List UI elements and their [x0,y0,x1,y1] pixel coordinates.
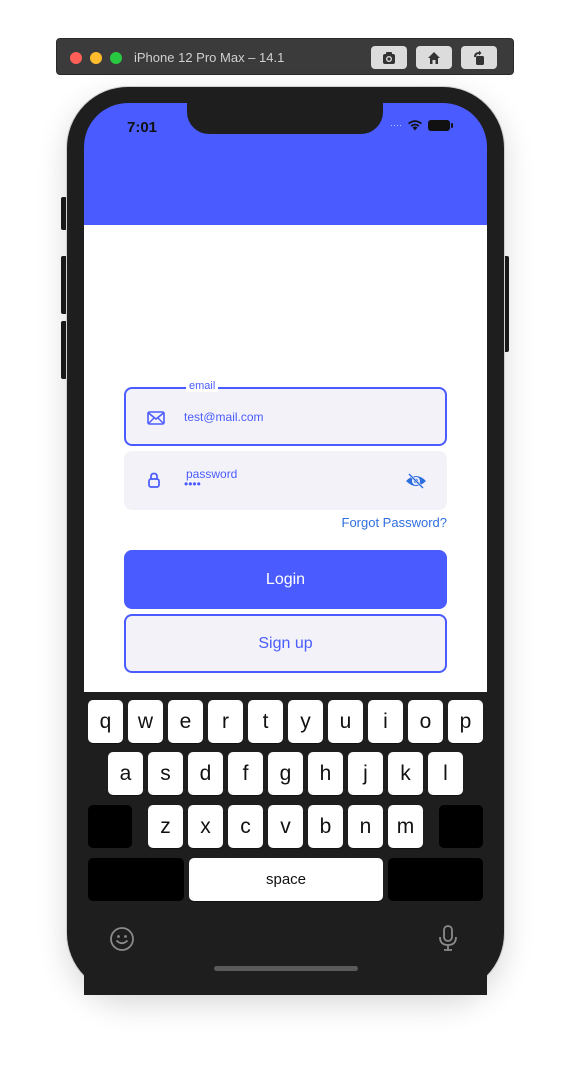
home-icon [428,51,440,64]
microphone-icon[interactable] [435,924,461,952]
password-field[interactable]: password •••• [124,451,447,510]
signal-icon: ···· [390,120,402,130]
key-v[interactable]: v [268,805,303,848]
key-s[interactable]: s [148,752,183,795]
key-u[interactable]: u [328,700,363,743]
key-r[interactable]: r [208,700,243,743]
key-d[interactable]: d [188,752,223,795]
rotate-icon [474,50,484,65]
notch [187,103,383,134]
key-l[interactable]: l [428,752,463,795]
key-g[interactable]: g [268,752,303,795]
key-o[interactable]: o [408,700,443,743]
simulator-title-bar: iPhone 12 Pro Max – 14.1 [56,38,514,75]
key-t[interactable]: t [248,700,283,743]
key-i[interactable]: i [368,700,403,743]
battery-icon [428,119,453,131]
keyboard: qwertyuiop asdfghjkl zxcvbnm space [84,692,487,995]
key-e[interactable]: e [168,700,203,743]
login-button[interactable]: Login [124,550,447,609]
key-b[interactable]: b [308,805,343,848]
screenshot-button[interactable] [371,46,407,69]
eye-icon[interactable] [405,471,427,491]
key-w[interactable]: w [128,700,163,743]
app-header: 7:01 ···· [84,103,487,225]
login-form: email test@mail.com password •••• Forgot… [84,225,487,692]
numbers-key[interactable] [88,858,184,901]
key-x[interactable]: x [188,805,223,848]
key-m[interactable]: m [388,805,423,848]
forgot-password-link[interactable]: Forgot Password? [342,515,448,530]
simulator-title: iPhone 12 Pro Max – 14.1 [134,50,285,65]
lock-icon [148,472,160,488]
home-indicator [214,966,358,971]
key-k[interactable]: k [388,752,423,795]
home-button[interactable] [416,46,452,69]
email-input[interactable]: test@mail.com [184,410,264,424]
envelope-icon [147,411,165,425]
key-n[interactable]: n [348,805,383,848]
delete-key[interactable] [439,805,483,848]
rotate-button[interactable] [461,46,497,69]
key-y[interactable]: y [288,700,323,743]
zoom-window-button[interactable] [110,52,122,64]
key-q[interactable]: q [88,700,123,743]
key-z[interactable]: z [148,805,183,848]
screenshot-icon [383,51,395,64]
key-h[interactable]: h [308,752,343,795]
shift-key[interactable] [88,805,132,848]
signup-button[interactable]: Sign up [124,614,447,673]
minimize-window-button[interactable] [90,52,102,64]
key-a[interactable]: a [108,752,143,795]
close-window-button[interactable] [70,52,82,64]
key-p[interactable]: p [448,700,483,743]
phone-screen: 7:01 ···· email test@mail.com password •… [84,103,487,995]
return-key[interactable] [388,858,483,901]
space-key[interactable]: space [189,858,383,901]
emoji-icon[interactable] [109,925,135,953]
key-f[interactable]: f [228,752,263,795]
key-j[interactable]: j [348,752,383,795]
email-legend: email [186,380,219,392]
status-icons: ···· [390,119,453,131]
password-input[interactable]: •••• [184,477,201,491]
wifi-icon [408,120,422,131]
status-time: 7:01 [127,119,158,136]
key-c[interactable]: c [228,805,263,848]
email-field[interactable]: email test@mail.com [124,380,447,446]
